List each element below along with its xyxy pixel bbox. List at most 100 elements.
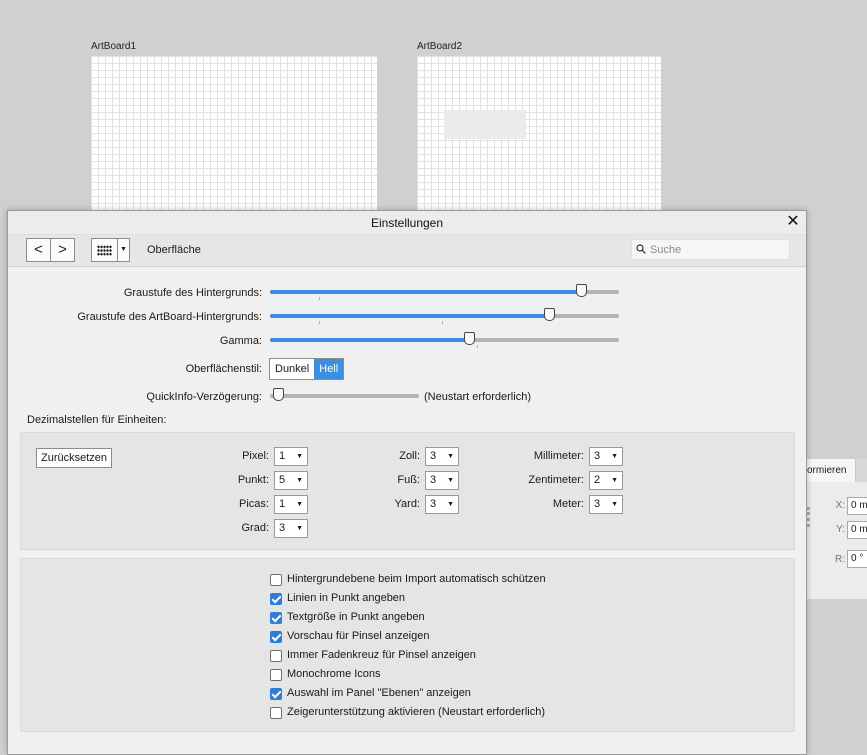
unit-decimals-select[interactable]: 3 ▼ [274, 519, 308, 538]
close-icon[interactable]: ✕ [784, 213, 802, 231]
x-field[interactable]: 0 m [847, 497, 867, 515]
unit-decimals-select[interactable]: 3 ▼ [589, 495, 623, 514]
y-label: Y: [836, 524, 845, 535]
unit-decimals-select[interactable]: 3 ▼ [425, 447, 459, 466]
unit-decimals-select[interactable]: 3 ▼ [589, 447, 623, 466]
unit-label: Millimeter: [533, 450, 584, 462]
option-label[interactable]: Immer Fadenkreuz für Pinsel anzeigen [287, 649, 476, 661]
artboard-1[interactable] [91, 56, 377, 216]
decimals-section-title: Dezimalstellen für Einheiten: [27, 414, 167, 426]
decimals-box: Zurücksetzen Pixel: 1 ▼ Punkt: 5 ▼ Picas: 1 ▼ Gra… [20, 432, 795, 550]
tooltip-delay-label: QuickInfo-Verzögerung: [146, 391, 262, 403]
unit-label: Picas: [239, 498, 269, 510]
unit-label: Yard: [394, 498, 420, 510]
gamma-slider[interactable] [270, 332, 619, 345]
slider-tick [442, 321, 443, 324]
chevron-down-icon: ▼ [611, 501, 618, 508]
back-button[interactable]: < [26, 238, 51, 262]
option-label[interactable]: Zeigerunterstützung aktivieren (Neustart… [287, 706, 545, 718]
unit-label: Grad: [241, 522, 269, 534]
slider-tick [319, 321, 320, 324]
search-icon [636, 244, 646, 254]
option-checkbox[interactable] [270, 574, 282, 586]
unit-decimals-value: 3 [594, 498, 601, 510]
dialog-title: Einstellungen [370, 216, 444, 230]
dialog-titlebar[interactable]: Einstellungen ✕ [8, 211, 806, 235]
breadcrumb: Oberfläche [147, 244, 201, 256]
forward-button[interactable]: > [50, 238, 75, 262]
artboard-2-label: ArtBoard2 [417, 41, 463, 52]
artboard-background-gray-label: Graustufe des ArtBoard-Hintergrunds: [77, 311, 262, 323]
slider-thumb[interactable] [463, 332, 475, 345]
grid-dots-icon [97, 245, 112, 256]
chevron-down-icon: ▼ [447, 477, 454, 484]
grid-view-button[interactable] [91, 238, 118, 262]
option-checkbox[interactable] [270, 669, 282, 681]
option-label[interactable]: Textgröße in Punkt angeben [287, 611, 425, 623]
unit-decimals-value: 3 [594, 450, 601, 462]
option-checkbox[interactable] [270, 688, 282, 700]
surface-style-light-option[interactable]: Hell [314, 359, 344, 379]
unit-decimals-select[interactable]: 2 ▼ [589, 471, 623, 490]
slider-tick [319, 297, 320, 300]
r-label: R: [835, 554, 845, 565]
surface-style-dark-option[interactable]: Dunkel [270, 359, 314, 379]
chevron-down-icon: ▼ [447, 501, 454, 508]
chevron-down-icon: ▼ [447, 453, 454, 460]
slider-fill [270, 290, 581, 294]
unit-label: Punkt: [237, 474, 269, 486]
surface-style-toggle: Dunkel Hell [269, 358, 345, 380]
option-label[interactable]: Vorschau für Pinsel anzeigen [287, 630, 429, 642]
preferences-dialog: Einstellungen ✕ < > ▼ Oberfläche Graustu… [7, 210, 807, 755]
background-gray-slider[interactable] [270, 284, 619, 297]
unit-decimals-select[interactable]: 3 ▼ [425, 495, 459, 514]
unit-label: Zentimeter: [528, 474, 584, 486]
tooltip-delay-slider[interactable] [270, 388, 419, 401]
options-box: Hintergrundebene beim Import automatisch… [20, 558, 795, 732]
slider-thumb[interactable] [544, 308, 556, 321]
unit-decimals-value: 3 [430, 450, 437, 462]
chevron-down-icon: ▼ [296, 525, 303, 532]
anchor-grid-icon[interactable] [807, 507, 811, 527]
option-checkbox[interactable] [270, 650, 282, 662]
unit-label: Pixel: [242, 450, 269, 462]
unit-decimals-value: 1 [279, 450, 286, 462]
option-label[interactable]: Monochrome Icons [287, 668, 381, 680]
artboard-background-gray-slider[interactable] [270, 308, 619, 321]
slider-thumb[interactable] [273, 388, 284, 401]
option-label[interactable]: Hintergrundebene beim Import automatisch… [287, 573, 546, 585]
unit-label: Zoll: [399, 450, 420, 462]
option-checkbox[interactable] [270, 631, 282, 643]
y-field[interactable]: 0 m [847, 521, 867, 539]
r-field[interactable]: 0 ° [847, 550, 867, 568]
unit-decimals-value: 1 [279, 498, 286, 510]
search-input[interactable] [650, 242, 785, 257]
unit-decimals-select[interactable]: 3 ▼ [425, 471, 459, 490]
artboard-1-label: ArtBoard1 [91, 41, 137, 52]
slider-tick [477, 345, 478, 348]
unit-decimals-value: 3 [279, 522, 286, 534]
grid-view-dropdown[interactable]: ▼ [118, 238, 130, 262]
unit-decimals-value: 3 [430, 474, 437, 486]
surface-style-label: Oberflächenstil: [185, 363, 262, 375]
unit-decimals-value: 3 [430, 498, 437, 510]
search-box[interactable] [631, 239, 790, 260]
artboard-2[interactable] [417, 56, 661, 216]
gamma-label: Gamma: [219, 335, 262, 347]
chevron-down-icon: ▼ [611, 453, 618, 460]
tab-transform[interactable]: ormieren [807, 459, 856, 482]
chevron-down-icon: ▼ [611, 477, 618, 484]
option-checkbox[interactable] [270, 593, 282, 605]
option-label[interactable]: Auswahl im Panel "Ebenen" anzeigen [287, 687, 471, 699]
option-label[interactable]: Linien in Punkt angeben [287, 592, 405, 604]
reset-button[interactable]: Zurücksetzen [36, 448, 113, 468]
option-checkbox[interactable] [270, 612, 282, 624]
artboard-2-rectangle[interactable] [444, 110, 526, 139]
unit-decimals-value: 2 [594, 474, 601, 486]
option-checkbox[interactable] [270, 707, 282, 719]
background-gray-label: Graustufe des Hintergrunds: [123, 287, 262, 299]
transform-panel: ormieren X: 0 m Y: 0 m R: 0 ° [806, 459, 867, 599]
slider-thumb[interactable] [575, 284, 587, 297]
slider-fill [270, 314, 550, 318]
tooltip-delay-note: (Neustart erforderlich) [424, 391, 531, 403]
